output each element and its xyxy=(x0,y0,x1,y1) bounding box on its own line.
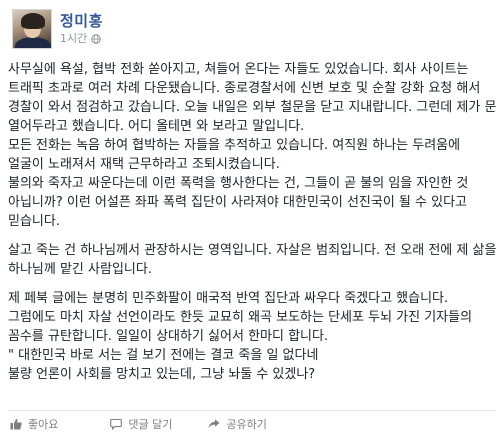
post-paragraph-3: 제 페북 글에는 분명히 민주화팔이 매국적 반역 집단과 싸우다 죽겠다고 했… xyxy=(8,291,473,382)
author-avatar[interactable] xyxy=(12,9,52,49)
like-button[interactable]: 좋아요 xyxy=(10,412,58,432)
avatar-hair xyxy=(21,13,45,29)
share-arrow-icon xyxy=(208,419,220,429)
post-actions-bar: 좋아요 댓글 달기 공유하기 xyxy=(8,410,496,433)
comment-icon xyxy=(110,418,123,430)
post-header: 정미홍 1시간 xyxy=(12,6,103,52)
post-timestamp[interactable]: 1시간 xyxy=(60,32,87,46)
like-label: 좋아요 xyxy=(28,418,59,431)
post-body: 사무실에 욕설, 협박 전화 쏟아지고, 쳐들어 온다는 자들도 있었습니다. … xyxy=(8,60,498,384)
post-paragraph-1: 사무실에 욕설, 협박 전화 쏟아지고, 쳐들어 온다는 자들도 있었습니다. … xyxy=(8,62,497,229)
timestamp-row: 1시간 xyxy=(60,32,103,46)
comment-button[interactable]: 댓글 달기 xyxy=(110,412,172,432)
author-name[interactable]: 정미홍 xyxy=(60,12,103,30)
share-button[interactable]: 공유하기 xyxy=(208,412,267,432)
avatar-shoulders xyxy=(15,37,51,48)
post-meta: 정미홍 1시간 xyxy=(60,12,103,46)
thumbs-up-icon xyxy=(10,418,22,430)
share-label: 공유하기 xyxy=(226,418,267,431)
globe-icon[interactable] xyxy=(91,34,102,44)
comment-label: 댓글 달기 xyxy=(128,418,173,431)
facebook-post: 정미홍 1시간 사무실에 욕설, 협박 전화 쏟아지고, 쳐들어 온다는 자들도… xyxy=(0,0,504,437)
post-paragraph-2: 살고 죽는 건 하나님께서 관장하시는 영역입니다. 자살은 범죄입니다. 전 … xyxy=(8,243,497,277)
